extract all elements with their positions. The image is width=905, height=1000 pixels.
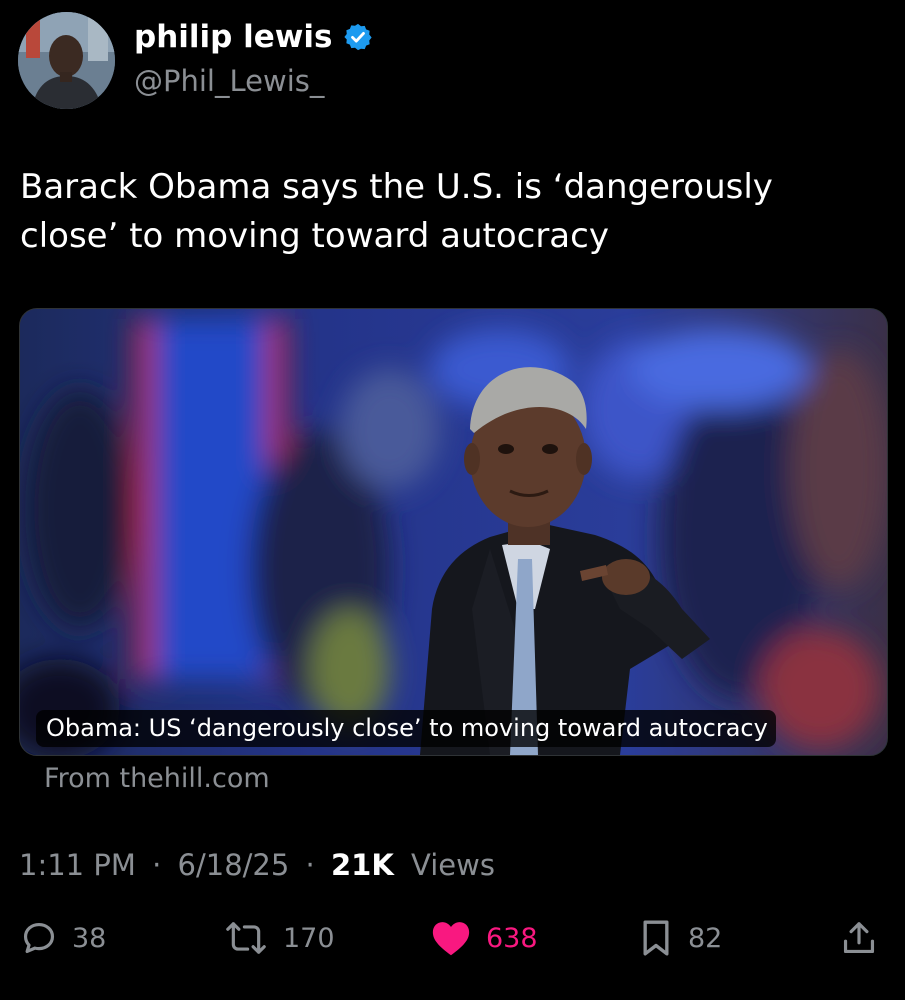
avatar-image — [18, 12, 115, 109]
verified-badge-icon — [343, 23, 372, 51]
tweet-time[interactable]: 1:11 PM — [19, 848, 136, 882]
author-avatar[interactable] — [18, 12, 115, 109]
author-handle[interactable]: @Phil_Lewis_ — [134, 64, 324, 98]
link-preview-card[interactable]: Obama: US ‘dangerously close’ to moving … — [19, 308, 888, 756]
like-button[interactable]: 638 — [430, 916, 538, 960]
repost-button[interactable]: 170 — [223, 916, 335, 960]
heart-icon — [432, 922, 470, 956]
bookmark-icon — [643, 920, 669, 956]
author-name-text[interactable]: philip lewis — [134, 19, 333, 55]
like-count: 638 — [486, 922, 538, 954]
share-upload-icon — [843, 922, 875, 954]
speech-bubble-icon — [23, 922, 55, 954]
link-card-title[interactable]: Obama: US ‘dangerously close’ to moving … — [36, 710, 776, 747]
tweet-date[interactable]: 6/18/25 — [178, 848, 290, 882]
bookmark-button[interactable]: 82 — [638, 916, 722, 960]
meta-separator: · — [152, 848, 162, 882]
tweet-text: Barack Obama says the U.S. is ‘dangerous… — [20, 167, 773, 256]
reply-button[interactable]: 38 — [20, 916, 106, 960]
meta-separator: · — [305, 848, 315, 882]
repost-count: 170 — [283, 922, 335, 954]
share-button[interactable] — [840, 916, 892, 960]
tweet-meta: 1:11 PM · 6/18/25 · 21K Views — [19, 848, 495, 882]
link-preview-image — [20, 309, 887, 755]
link-card-source[interactable]: From thehill.com — [44, 763, 270, 794]
reply-count: 38 — [72, 922, 107, 954]
author-display-name[interactable]: philip lewis — [134, 19, 373, 55]
views-label: Views — [411, 848, 495, 882]
tweet-detail: philip lewis @Phil_Lewis_ Barack Obama s… — [0, 0, 905, 1000]
views-count[interactable]: 21K — [331, 848, 394, 882]
bookmark-count: 82 — [688, 922, 723, 954]
repost-arrows-icon — [226, 922, 266, 954]
